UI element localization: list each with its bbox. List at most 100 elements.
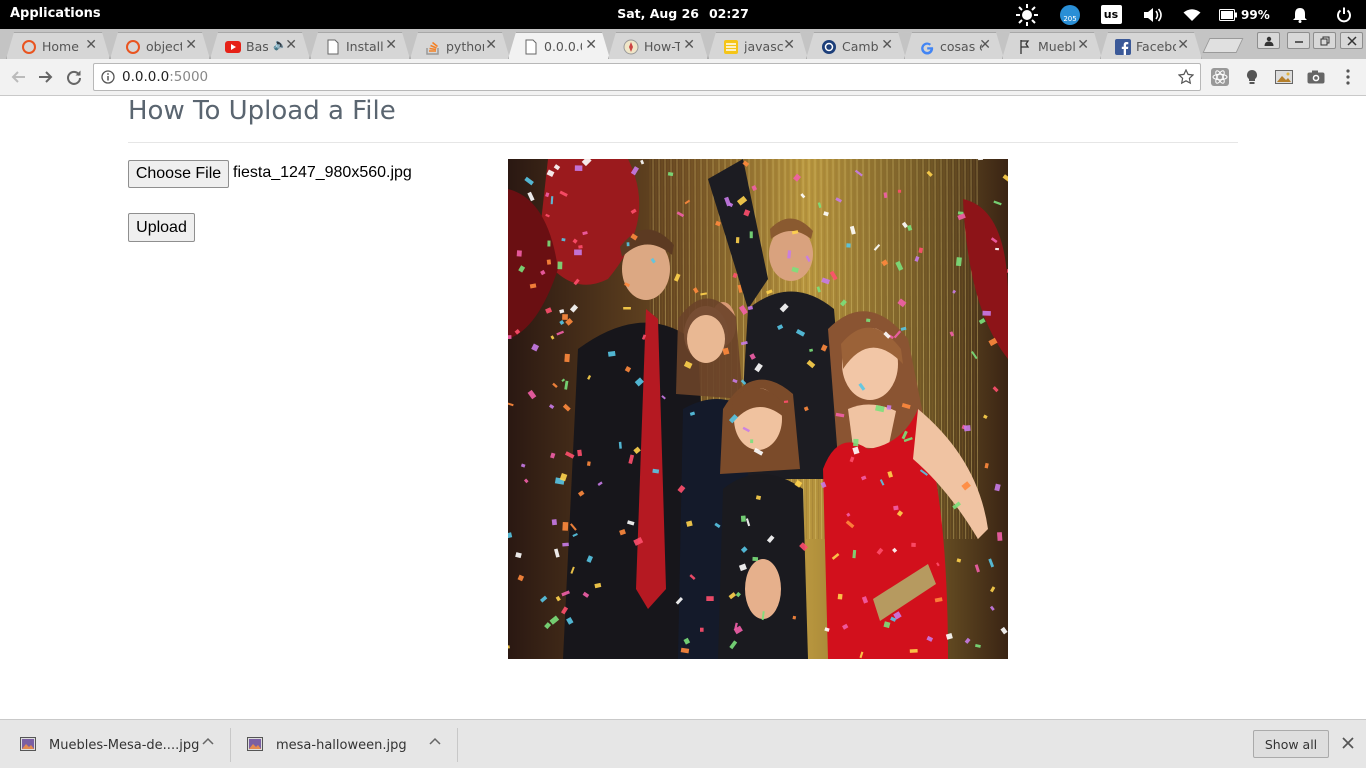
tab-close-icon[interactable]: ✕ — [783, 37, 795, 53]
battery-icon — [1219, 8, 1237, 21]
tab-label: cosas c — [940, 39, 982, 54]
url-text[interactable]: 0.0.0.0:5000 — [122, 69, 208, 85]
ubuntu-icon — [125, 39, 141, 55]
circle-icon — [821, 39, 837, 55]
tab-cambi[interactable]: Cambi ✕ — [806, 32, 906, 59]
tab-how-to[interactable]: How-T ✕ — [608, 32, 708, 59]
tab-facebook[interactable]: Facebo ✕ — [1100, 32, 1202, 59]
chevron-up-icon[interactable] — [202, 736, 214, 748]
address-bar[interactable]: 0.0.0.0:5000 — [93, 63, 1201, 91]
stackoverflow-icon — [425, 39, 441, 55]
tab-muebl[interactable]: Muebl ✕ — [1002, 32, 1102, 59]
tab-label: javasc — [744, 39, 784, 54]
ubuntu-icon — [21, 39, 37, 55]
notification-bell-icon[interactable] — [1290, 0, 1310, 29]
close-window-button[interactable] — [1340, 32, 1363, 49]
forward-button[interactable] — [36, 67, 56, 87]
document-icon — [325, 39, 341, 55]
selected-file-name: fiesta_1247_980x560.jpg — [233, 164, 412, 181]
restore-button[interactable] — [1313, 32, 1336, 49]
page-title: How To Upload a File — [128, 96, 396, 126]
clock-date: Sat, Aug 26 — [617, 6, 699, 21]
back-button[interactable] — [8, 67, 28, 87]
url-host: 0.0.0.0 — [122, 69, 170, 85]
download-file-name: Muebles-Mesa-de....jpg — [49, 738, 200, 753]
tab-label: object_ — [146, 39, 180, 54]
tab-active-localhost[interactable]: 0.0.0.0 ✕ — [508, 32, 610, 59]
camera-extension-icon[interactable] — [1307, 68, 1325, 86]
close-shelf-icon[interactable] — [1339, 734, 1357, 752]
power-icon[interactable] — [1334, 0, 1354, 29]
tab-close-icon[interactable]: ✕ — [881, 37, 893, 53]
weather-badge: 205 — [1063, 15, 1076, 23]
tab-javascript[interactable]: javasc ✕ — [708, 32, 808, 59]
compass-icon — [623, 39, 639, 55]
upload-button[interactable]: Upload — [128, 213, 195, 242]
download-item[interactable]: mesa-halloween.jpg — [247, 728, 447, 762]
tab-label: Installa — [346, 39, 384, 54]
clock-time: 02:27 — [708, 6, 749, 21]
chevron-up-icon[interactable] — [429, 736, 441, 748]
tab-close-icon[interactable]: ✕ — [585, 37, 597, 53]
browser-toolbar: 0.0.0.0:5000 — [0, 59, 1366, 96]
youtube-icon — [225, 39, 241, 55]
tab-close-icon[interactable]: ✕ — [285, 37, 297, 53]
page-content: How To Upload a File Choose File fiesta_… — [0, 96, 1366, 719]
download-file-name: mesa-halloween.jpg — [276, 738, 407, 753]
weather-icon[interactable]: 205 — [1058, 0, 1082, 29]
tab-label: Facebo — [1136, 39, 1176, 54]
url-port: :5000 — [169, 69, 209, 85]
tab-home[interactable]: Home ✕ — [6, 32, 110, 59]
tab-label: Muebl — [1038, 39, 1076, 54]
uploaded-party-photo — [508, 159, 1008, 659]
facebook-icon — [1115, 39, 1131, 55]
react-devtools-icon[interactable] — [1211, 68, 1229, 86]
profile-icon[interactable] — [1257, 32, 1280, 49]
tab-label: Cambi — [842, 39, 878, 54]
document-icon — [523, 39, 539, 55]
image-extension-icon[interactable] — [1275, 68, 1293, 86]
tab-object[interactable]: object_ ✕ — [110, 32, 210, 59]
choose-file-button[interactable]: Choose File — [128, 160, 229, 188]
new-tab-button[interactable] — [1202, 38, 1244, 53]
tab-label: Bas — [246, 39, 268, 54]
lightbulb-extension-icon[interactable] — [1243, 68, 1261, 86]
tab-close-icon[interactable]: ✕ — [683, 37, 695, 53]
minimize-button[interactable] — [1287, 32, 1310, 49]
tab-youtube[interactable]: Bas 🔈 ✕ — [210, 32, 310, 59]
image-file-icon — [20, 737, 36, 751]
tab-label: How-T — [644, 39, 680, 54]
tab-close-icon[interactable]: ✕ — [485, 37, 497, 53]
browser-menu-icon[interactable] — [1339, 68, 1357, 86]
show-all-downloads-button[interactable]: Show all — [1253, 730, 1329, 758]
tab-close-icon[interactable]: ✕ — [979, 37, 991, 53]
image-file-icon — [247, 737, 263, 751]
tab-close-icon[interactable]: ✕ — [385, 37, 397, 53]
tab-python[interactable]: python ✕ — [410, 32, 510, 59]
tab-close-icon[interactable]: ✕ — [185, 37, 197, 53]
volume-icon[interactable] — [1142, 0, 1164, 29]
title-divider — [128, 142, 1238, 143]
keyboard-layout-label: us — [1100, 5, 1122, 24]
tab-close-icon[interactable]: ✕ — [1177, 37, 1189, 53]
tab-cosas[interactable]: cosas c ✕ — [904, 32, 1004, 59]
wifi-icon[interactable] — [1181, 0, 1203, 29]
brightness-icon[interactable] — [1014, 0, 1040, 29]
download-divider — [230, 728, 231, 762]
tab-strip: Home ✕ object_ ✕ Bas 🔈 ✕ Installa ✕ pyth… — [0, 29, 1366, 59]
bookmark-star-icon[interactable] — [1178, 69, 1194, 85]
system-top-bar: Applications Sat, Aug 26 02:27 205 us 99% — [0, 0, 1366, 29]
google-icon — [919, 39, 935, 55]
tab-close-icon[interactable]: ✕ — [1077, 37, 1089, 53]
tab-label: python — [446, 39, 482, 54]
reload-button[interactable] — [64, 67, 84, 87]
info-icon[interactable] — [101, 70, 115, 84]
keyboard-layout-icon[interactable]: us — [1100, 0, 1122, 29]
flag-icon — [1017, 39, 1033, 55]
tab-label: 0.0.0.0 — [544, 39, 580, 54]
download-item[interactable]: Muebles-Mesa-de....jpg — [20, 728, 220, 762]
battery-indicator[interactable]: 99% — [1219, 0, 1279, 29]
stackexchange-icon — [723, 39, 739, 55]
tab-installa[interactable]: Installa ✕ — [310, 32, 410, 59]
tab-close-icon[interactable]: ✕ — [85, 37, 97, 53]
